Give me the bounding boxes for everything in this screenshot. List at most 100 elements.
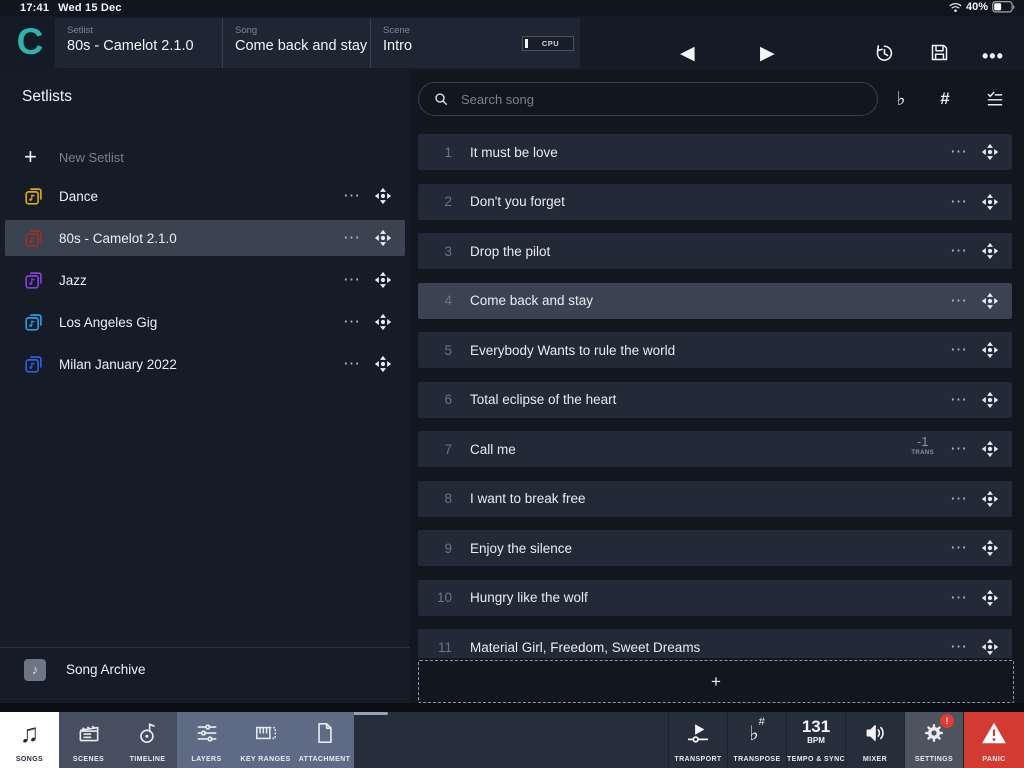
tab-mixer[interactable]: MIXER <box>845 712 904 768</box>
history-undo-button[interactable] <box>873 42 895 64</box>
clapperboard-icon <box>59 718 118 748</box>
tab-transpose[interactable]: ♭# TRANSPOSE <box>727 712 786 768</box>
new-setlist-button[interactable]: + New Setlist <box>0 140 410 174</box>
song-row-10[interactable]: 10 Hungry like the wolf ⋯ <box>418 580 1012 616</box>
flat-sharp-icon: ♭# <box>728 718 786 748</box>
save-button[interactable] <box>929 42 950 63</box>
battery-icon <box>992 1 1016 13</box>
cpu-meter-label: CPU <box>528 39 573 48</box>
context-setlist[interactable]: Setlist 80s - Camelot 2.1.0 <box>55 18 222 68</box>
drag-move-icon[interactable] <box>980 588 1000 608</box>
more-options-button[interactable]: ••• <box>982 46 1004 67</box>
transpose-value: -1 <box>911 435 934 448</box>
context-song[interactable]: Song Come back and stay <box>222 18 370 68</box>
setlists-sidebar: Setlists + New Setlist Dance ⋯ 80s - Cam… <box>0 70 410 703</box>
drag-move-icon[interactable] <box>980 538 1000 558</box>
battery-percent: 40% <box>966 1 988 13</box>
song-row-8[interactable]: 8 I want to break free ⋯ <box>418 481 1012 517</box>
song-number: 2 <box>418 194 452 209</box>
song-number: 11 <box>418 640 452 655</box>
drag-move-icon[interactable] <box>373 186 393 206</box>
drag-move-icon[interactable] <box>373 270 393 290</box>
song-row-5[interactable]: 5 Everybody Wants to rule the world ⋯ <box>418 332 1012 368</box>
drag-move-icon[interactable] <box>980 291 1000 311</box>
song-row-7[interactable]: 7 Call me -1 TRANS ⋯ <box>418 431 1012 467</box>
drag-move-icon[interactable] <box>980 489 1000 509</box>
tab-songs[interactable]: ♫ SONGS <box>0 712 59 768</box>
song-number: 5 <box>418 343 452 358</box>
setlist-label: Setlist <box>67 25 222 36</box>
archive-note-icon: ♪ <box>24 659 46 681</box>
setlist-item-label: 80s - Camelot 2.1.0 <box>59 231 177 246</box>
song-value: Come back and stay <box>235 38 370 54</box>
drag-move-icon[interactable] <box>373 228 393 248</box>
song-title: Enjoy the silence <box>470 541 572 556</box>
song-row-2[interactable]: 2 Don't you forget ⋯ <box>418 184 1012 220</box>
search-input[interactable] <box>461 92 877 107</box>
context-scene[interactable]: Scene Intro CPU <box>370 18 580 68</box>
song-title: Everybody Wants to rule the world <box>470 343 675 358</box>
drag-move-icon[interactable] <box>980 192 1000 212</box>
song-title: Total eclipse of the heart <box>470 392 616 407</box>
cpu-meter: CPU <box>522 36 574 51</box>
tab-key-ranges[interactable]: KEY RANGES <box>236 712 295 768</box>
song-title: Don't you forget <box>470 194 565 209</box>
search-bar[interactable] <box>418 82 878 116</box>
setlist-item-jazz[interactable]: Jazz ⋯ <box>5 262 405 298</box>
document-icon <box>295 718 354 748</box>
song-number: 8 <box>418 491 452 506</box>
setlist-icon <box>23 311 45 333</box>
sort-filter-icon[interactable] <box>980 82 1010 116</box>
sharp-filter-button[interactable]: # <box>932 82 958 116</box>
panic-button[interactable]: PANIC <box>963 712 1024 768</box>
drag-move-icon[interactable] <box>980 637 1000 657</box>
search-icon <box>433 91 449 107</box>
tab-transport[interactable]: TRANSPORT <box>668 712 727 768</box>
drag-move-icon[interactable] <box>980 439 1000 459</box>
tab-scenes[interactable]: SCENES <box>59 712 118 768</box>
flat-filter-button[interactable]: ♭ <box>888 82 914 116</box>
setlist-item-los-angeles[interactable]: Los Angeles Gig ⋯ <box>5 304 405 340</box>
previous-button[interactable]: ◀ <box>680 44 695 63</box>
setlist-item-dance[interactable]: Dance ⋯ <box>5 178 405 214</box>
transport-icon <box>669 718 727 748</box>
sidebar-title: Setlists <box>22 88 72 106</box>
setlist-item-milan[interactable]: Milan January 2022 ⋯ <box>5 346 405 382</box>
song-row-1[interactable]: 1 It must be love ⋯ <box>418 134 1012 170</box>
song-title: Hungry like the wolf <box>470 590 588 605</box>
song-row-9[interactable]: 9 Enjoy the silence ⋯ <box>418 530 1012 566</box>
song-row-6[interactable]: 6 Total eclipse of the heart ⋯ <box>418 382 1012 418</box>
next-play-button[interactable]: ▶ <box>760 44 775 63</box>
song-archive-button[interactable]: ♪ Song Archive <box>0 647 410 691</box>
tab-settings[interactable]: ! SETTINGS <box>904 712 963 768</box>
setlist-icon <box>23 269 45 291</box>
song-row-3[interactable]: 3 Drop the pilot ⋯ <box>418 233 1012 269</box>
wifi-icon <box>949 2 962 13</box>
song-title: I want to break free <box>470 491 586 506</box>
tab-layers[interactable]: LAYERS <box>177 712 236 768</box>
tab-attachment[interactable]: ATTACHMENT <box>295 712 354 768</box>
song-row-4-current[interactable]: 4 Come back and stay ⋯ <box>418 283 1012 319</box>
setlist-item-label: Milan January 2022 <box>59 357 177 372</box>
add-song-button[interactable]: + <box>418 660 1014 703</box>
drag-move-icon[interactable] <box>980 142 1000 162</box>
song-title: Drop the pilot <box>470 244 550 259</box>
setlist-icon <box>23 185 45 207</box>
setlist-item-label: Dance <box>59 189 98 204</box>
song-row-11[interactable]: 11 Material Girl, Freedom, Sweet Dreams … <box>418 629 1012 658</box>
song-number: 1 <box>418 145 452 160</box>
drag-move-icon[interactable] <box>980 241 1000 261</box>
current-context-panel[interactable]: Setlist 80s - Camelot 2.1.0 Song Come ba… <box>55 18 580 68</box>
tab-timeline[interactable]: TIMELINE <box>118 712 177 768</box>
drag-move-icon[interactable] <box>373 354 393 374</box>
song-title: Call me <box>470 442 516 457</box>
bottom-toolbar: ♫ SONGS SCENES TIMELINE <box>0 712 1024 768</box>
drag-move-icon[interactable] <box>980 390 1000 410</box>
setlist-item-80s[interactable]: 80s - Camelot 2.1.0 ⋯ <box>5 220 405 256</box>
gear-icon <box>905 718 963 748</box>
drag-move-icon[interactable] <box>373 312 393 332</box>
drag-move-icon[interactable] <box>980 340 1000 360</box>
song-title: Material Girl, Freedom, Sweet Dreams <box>470 640 700 655</box>
bpm-unit: BPM <box>787 736 845 745</box>
tab-tempo-sync[interactable]: 131 BPM TEMPO & SYNC <box>786 712 845 768</box>
